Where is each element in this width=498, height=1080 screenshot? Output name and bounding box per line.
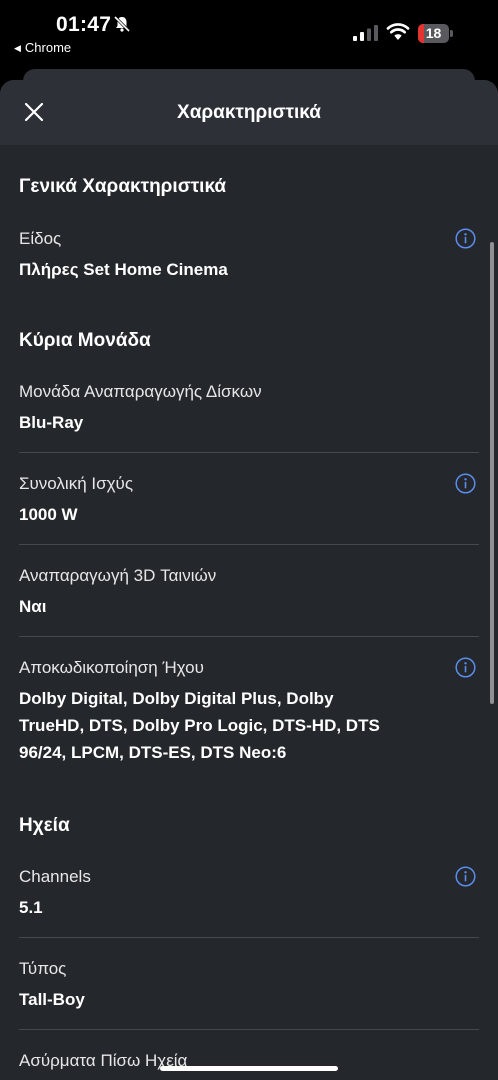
battery-indicator: 18 xyxy=(418,24,454,43)
sheet-title: Χαρακτηριστικά xyxy=(177,102,321,123)
spec-label-total-power: Συνολική Ισχύς xyxy=(19,474,134,493)
back-app-label: Chrome xyxy=(24,40,72,55)
spec-label-3d-playback: Αναπαραγωγή 3D Ταινιών xyxy=(19,566,217,585)
info-icon[interactable] xyxy=(455,473,476,494)
status-bar: 01:47 ◀ Chrome 18 xyxy=(0,0,498,62)
spec-value-3d-playback: Ναι xyxy=(19,597,47,616)
bell-muted-icon xyxy=(113,15,131,33)
spec-label-speaker-type: Τύπος xyxy=(19,959,67,978)
back-triangle-icon: ◀ xyxy=(14,43,21,53)
info-icon[interactable] xyxy=(455,866,476,887)
spec-value-speaker-type: Tall-Boy xyxy=(19,990,85,1009)
spec-value-type: Πλήρες Set Home Cinema xyxy=(19,260,228,279)
spec-label-channels: Channels xyxy=(19,867,91,886)
specifications-list[interactable]: Γενικά Χαρακτηριστικά Είδος Πλήρες Set H… xyxy=(0,145,498,1080)
battery-level: 18 xyxy=(425,25,442,41)
spec-value-disc-player: Blu-Ray xyxy=(19,413,84,432)
divider xyxy=(19,452,479,453)
info-icon[interactable] xyxy=(455,657,476,678)
info-icon[interactable] xyxy=(455,228,476,249)
back-to-app-link[interactable]: ◀ Chrome xyxy=(14,40,71,55)
spec-value-total-power: 1000 W xyxy=(19,505,78,524)
spec-value-channels: 5.1 xyxy=(19,898,43,917)
audio-decoding-line: 96/24, LPCM, DTS-ES, DTS Neo:6 xyxy=(19,743,287,762)
status-time: 01:47 xyxy=(56,13,112,36)
home-indicator[interactable] xyxy=(160,1066,338,1071)
wifi-icon xyxy=(386,23,410,40)
section-title-speakers: Ηχεία xyxy=(19,815,70,836)
audio-decoding-line: Dolby Digital, Dolby Digital Plus, Dolby xyxy=(19,689,334,708)
spec-label-audio-decoding: Αποκωδικοποίηση Ήχου xyxy=(19,658,204,677)
divider xyxy=(19,544,479,545)
spec-label-disc-player: Μονάδα Αναπαραγωγής Δίσκων xyxy=(19,382,262,401)
scrollbar[interactable] xyxy=(490,242,494,704)
close-icon[interactable] xyxy=(22,100,46,124)
sheet-header: Χαρακτηριστικά xyxy=(0,80,498,145)
divider xyxy=(19,636,479,637)
audio-decoding-line: TrueHD, DTS, Dolby Pro Logic, DTS-HD, DT… xyxy=(19,716,380,735)
divider xyxy=(19,937,479,938)
section-title-general: Γενικά Χαρακτηριστικά xyxy=(19,176,227,197)
divider xyxy=(19,1029,479,1030)
spec-value-audio-decoding: Dolby Digital, Dolby Digital Plus, Dolby… xyxy=(19,685,419,766)
cellular-signal-icon xyxy=(353,25,378,41)
specifications-sheet: Χαρακτηριστικά Γενικά Χαρακτηριστικά Είδ… xyxy=(0,80,498,1080)
spec-label-type: Είδος xyxy=(19,229,62,248)
section-title-main-unit: Κύρια Μονάδα xyxy=(19,330,151,351)
